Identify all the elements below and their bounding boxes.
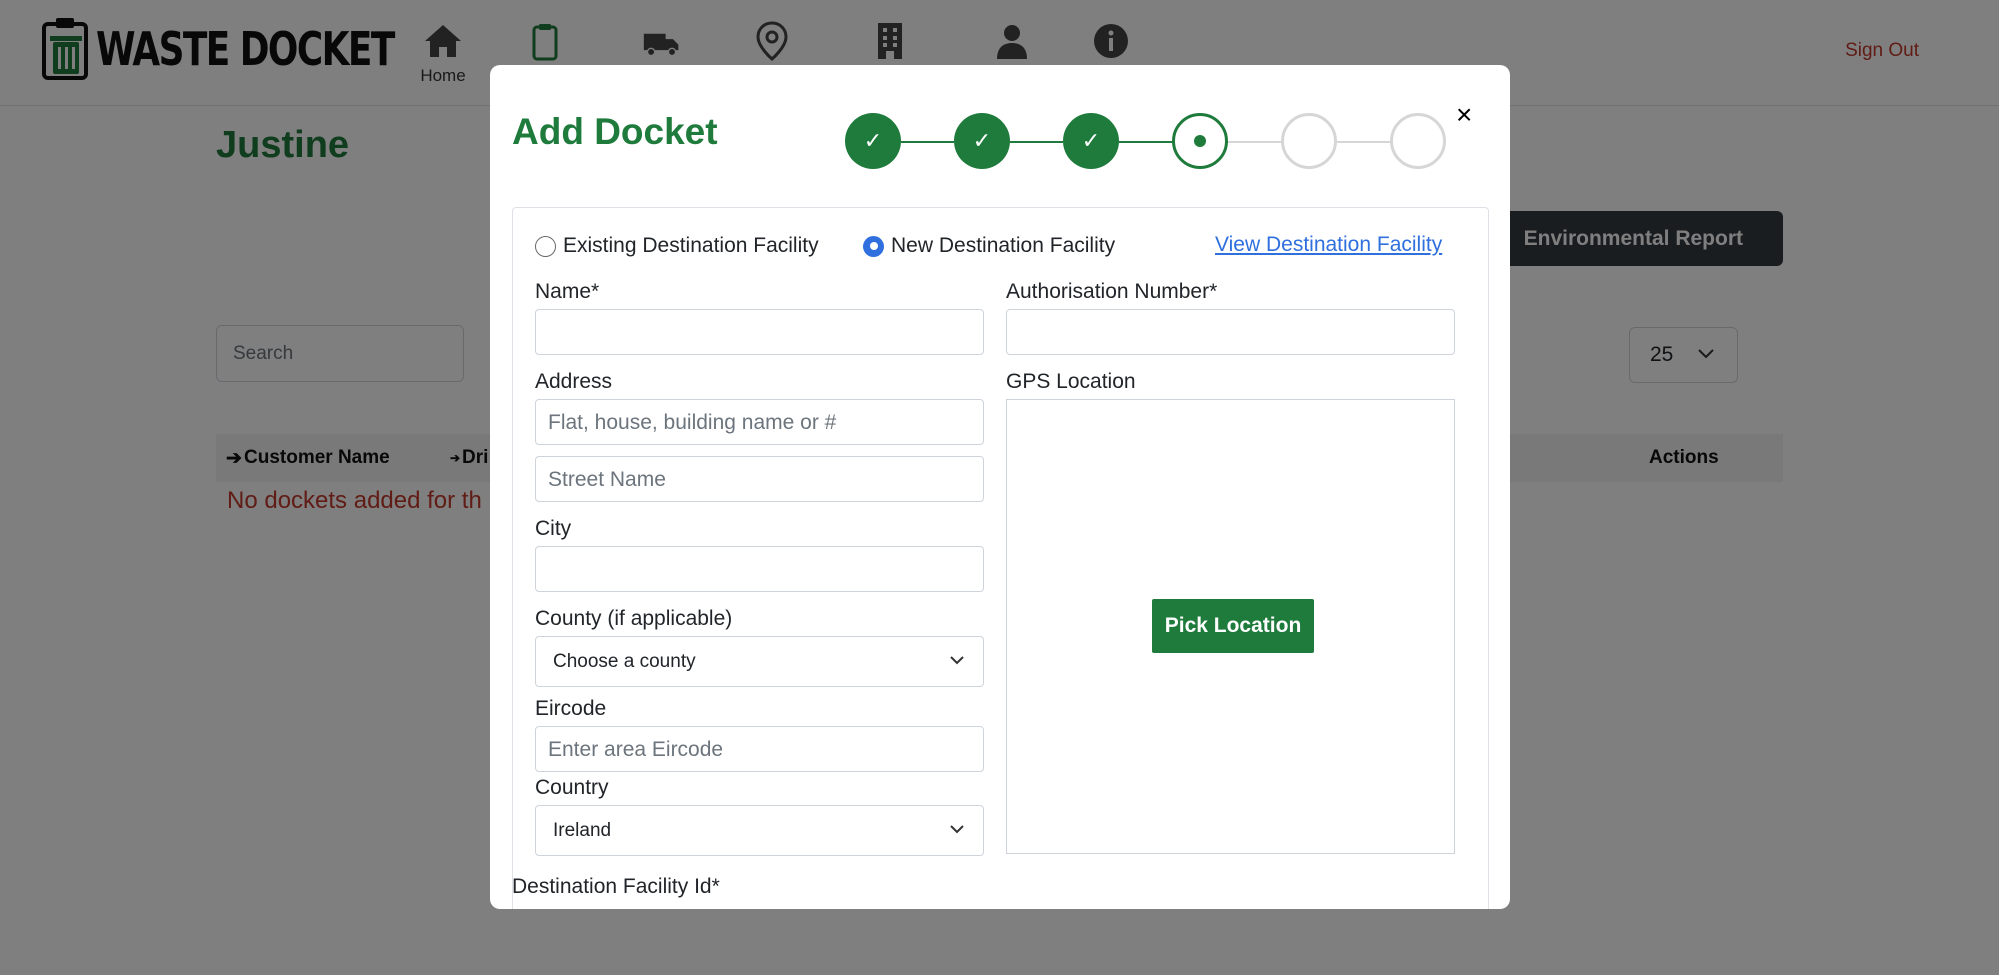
close-button[interactable]: × [1456,101,1472,129]
gps-map-area: Pick Location [1006,399,1455,854]
check-icon: ✓ [863,128,883,153]
county-label: County (if applicable) [535,607,733,630]
destination-facility-id-label: Destination Facility Id* [512,875,720,898]
radio-button-checked[interactable] [863,235,884,257]
country-select[interactable]: Ireland [535,805,984,856]
county-select[interactable]: Choose a county [535,636,984,687]
chevron-down-icon [950,656,964,665]
current-step-dot [1194,135,1206,147]
step-5-pending [1281,113,1337,169]
step-1-complete: ✓ [845,113,901,169]
radio-button[interactable] [535,235,556,257]
step-2-complete: ✓ [954,113,1010,169]
chevron-down-icon [950,825,964,834]
modal-title: Add Docket [512,111,718,152]
gps-location-label: GPS Location [1006,370,1136,393]
step-3-complete: ✓ [1063,113,1119,169]
authorisation-number-label: Authorisation Number* [1006,280,1218,303]
county-value: Choose a county [553,651,696,672]
step-progress: ✓ ✓ ✓ [845,113,1446,171]
name-label: Name* [535,280,600,303]
authorisation-number-field[interactable] [1006,309,1455,355]
radio-existing-label: Existing Destination Facility [563,234,819,257]
city-field[interactable] [535,546,984,592]
radio-new-facility[interactable]: New Destination Facility [863,234,1115,258]
step-connector [1228,141,1281,143]
address-line1-field[interactable]: Flat, house, building name or # [535,399,984,445]
eircode-field[interactable]: Enter area Eircode [535,726,984,772]
add-docket-modal: Add Docket ✓ ✓ ✓ × Existing Destination … [490,65,1510,909]
country-label: Country [535,776,609,799]
address-label: Address [535,370,613,393]
step-connector [1119,141,1172,143]
name-field[interactable] [535,309,984,355]
destination-facility-form: Existing Destination Facility New Destin… [512,207,1489,909]
view-destination-facility-link[interactable]: View Destination Facility [1215,233,1442,257]
eircode-label: Eircode [535,697,607,720]
step-6-pending [1390,113,1446,169]
radio-new-label: New Destination Facility [891,234,1116,257]
step-connector [901,141,954,143]
step-4-current [1172,113,1228,169]
radio-existing-facility[interactable]: Existing Destination Facility [535,234,819,258]
step-connector [1010,141,1063,143]
step-connector [1337,141,1390,143]
check-icon: ✓ [1081,128,1101,153]
pick-location-button[interactable]: Pick Location [1152,599,1314,653]
city-label: City [535,517,572,540]
street-name-field[interactable]: Street Name [535,456,984,502]
country-value: Ireland [553,820,612,841]
check-icon: ✓ [972,128,992,153]
